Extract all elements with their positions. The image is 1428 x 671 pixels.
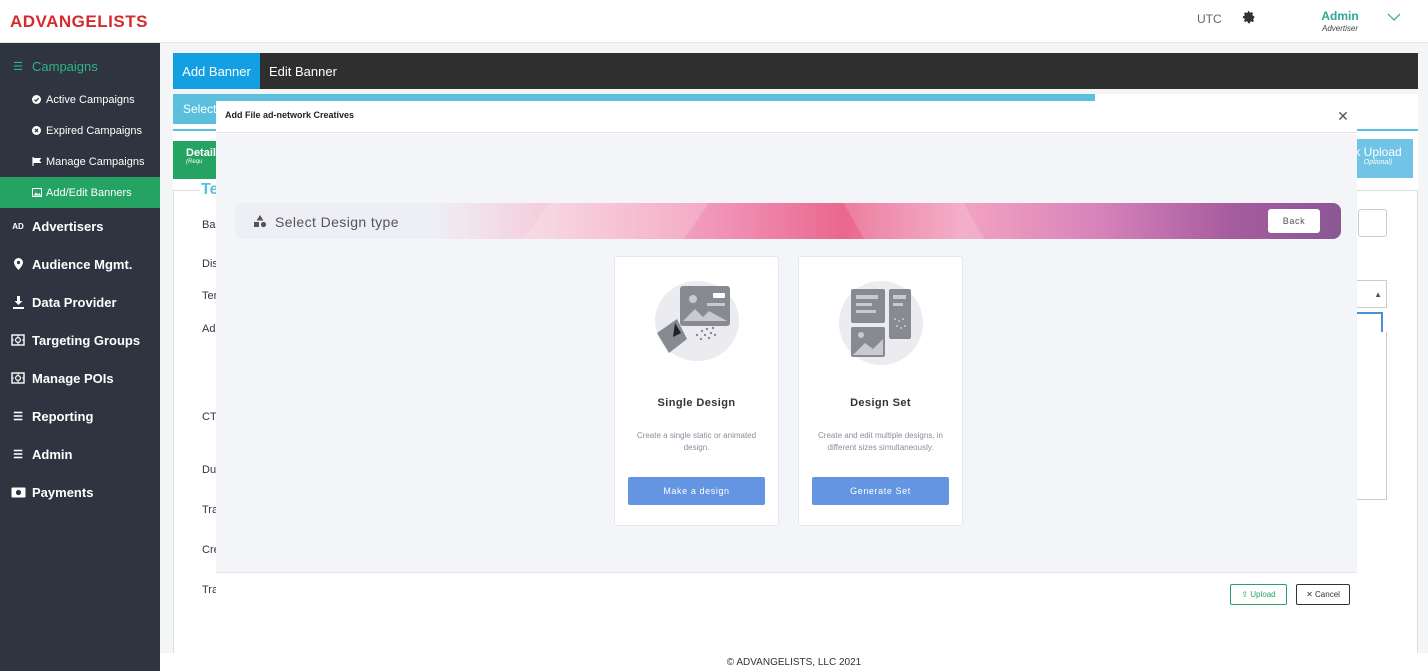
timezone-label[interactable]: UTC	[1197, 12, 1222, 26]
sidebar-item-campaigns[interactable]: ☰ Campaigns	[0, 47, 160, 85]
sidebar-item-label: Advertisers	[32, 218, 104, 234]
user-name: Admin	[1321, 9, 1359, 23]
select-dropdown[interactable]: ▲	[1353, 280, 1387, 308]
sidebar-item-label: Payments	[32, 484, 94, 500]
target-box-icon	[10, 333, 26, 347]
chevron-down-icon[interactable]	[1387, 12, 1401, 22]
sidebar-sub-label: Manage Campaigns	[46, 155, 145, 168]
sidebar-item-label: Targeting Groups	[32, 332, 141, 348]
banner-title: Select Design type	[275, 214, 399, 230]
design-type-banner: Select Design type Back	[235, 203, 1341, 239]
map-marker-icon	[10, 257, 26, 271]
check-circle-icon	[31, 94, 42, 105]
modal-header: Add File ad-network Creatives ✕	[216, 101, 1357, 133]
tab-add-banner[interactable]: Add Banner	[173, 53, 260, 89]
sidebar-item-label: Audience Mgmt.	[32, 256, 133, 272]
sidebar-item-admin[interactable]: ☰ Admin	[0, 435, 160, 473]
banner-tabs: Add Banner Edit Banner	[173, 53, 1418, 89]
upload-icon: ⇪	[1241, 590, 1249, 599]
card-title: Single Design	[657, 397, 736, 409]
sidebar-item-reporting[interactable]: ☰ Reporting	[0, 397, 160, 435]
file-button[interactable]	[1358, 209, 1387, 237]
ad-icon: AD	[12, 221, 24, 231]
modal-footer: ⇪ Upload ✕ Cancel	[216, 572, 1357, 611]
gear-icon[interactable]	[1242, 10, 1256, 24]
single-design-illustration	[655, 281, 739, 361]
make-design-button[interactable]: Make a design	[628, 477, 765, 505]
sidebar-item-manage-campaigns[interactable]: Manage Campaigns	[0, 146, 160, 177]
money-icon	[10, 485, 26, 499]
sidebar-item-label: Campaigns	[32, 58, 98, 74]
form-label: Du	[202, 464, 217, 476]
sidebar-item-label: Reporting	[32, 408, 94, 424]
list-icon: ☰	[13, 448, 23, 461]
times-circle-icon	[31, 125, 42, 136]
sidebar-item-active-campaigns[interactable]: Active Campaigns	[0, 84, 160, 115]
back-button[interactable]: Back	[1268, 209, 1320, 233]
footer: © ADVANGELISTS, LLC 2021	[160, 653, 1428, 671]
flag-icon	[31, 156, 42, 167]
add-creative-modal: Add File ad-network Creatives ✕ Select D…	[216, 101, 1357, 611]
design-set-illustration	[839, 281, 923, 365]
target-box-icon	[10, 371, 26, 385]
generate-set-button[interactable]: Generate Set	[812, 477, 949, 505]
list-icon: ☰	[13, 410, 23, 423]
sidebar-item-data-provider[interactable]: Data Provider	[0, 283, 160, 321]
sidebar-item-label: Data Provider	[32, 294, 117, 310]
close-icon: ✕	[1306, 590, 1313, 599]
sidebar-item-payments[interactable]: Payments	[0, 473, 160, 511]
card-title: Design Set	[850, 397, 911, 409]
sidebar-item-label: Manage POIs	[32, 370, 114, 386]
sidebar: ☰ Campaigns Active Campaigns Expired Cam…	[0, 43, 160, 671]
close-icon[interactable]: ✕	[1336, 108, 1350, 124]
card-description: Create a single static or animated desig…	[636, 431, 757, 452]
single-design-card[interactable]: Single Design Create a single static or …	[614, 256, 779, 526]
sidebar-item-label: Admin	[32, 446, 73, 462]
tab-bulk-label: k Upload	[1354, 145, 1402, 159]
sidebar-item-targeting-groups[interactable]: Targeting Groups	[0, 321, 160, 359]
image-icon	[31, 187, 42, 198]
user-menu[interactable]: Admin Advertiser	[1312, 9, 1368, 33]
sidebar-item-audience-mgmt[interactable]: Audience Mgmt.	[0, 245, 160, 283]
sidebar-item-advertisers[interactable]: AD Advertisers	[0, 207, 160, 245]
upload-label: Upload	[1250, 590, 1276, 599]
sidebar-item-add-edit-banners[interactable]: Add/Edit Banners	[0, 177, 160, 208]
form-label: Ter	[202, 290, 218, 302]
tab-edit-banner[interactable]: Edit Banner	[269, 53, 337, 89]
textarea[interactable]	[1353, 332, 1387, 500]
text-input[interactable]	[1353, 312, 1383, 334]
sidebar-item-manage-pois[interactable]: Manage POIs	[0, 359, 160, 397]
tab-details-label: Detail	[186, 147, 216, 159]
cancel-button[interactable]: ✕ Cancel	[1296, 584, 1350, 605]
sidebar-sub-label: Active Campaigns	[46, 93, 135, 106]
shapes-icon	[254, 215, 267, 228]
form-label: Ad	[202, 323, 216, 335]
top-header: ADVANGELISTS UTC Admin Advertiser	[0, 0, 1428, 43]
sidebar-item-expired-campaigns[interactable]: Expired Campaigns	[0, 115, 160, 146]
cancel-label: Cancel	[1315, 590, 1340, 599]
modal-body: Select Design type Back Single Design Cr…	[216, 134, 1357, 572]
card-description: Create and edit multiple designs, in dif…	[818, 431, 943, 452]
sidebar-sub-label: Add/Edit Banners	[46, 186, 132, 199]
design-set-card[interactable]: Design Set Create and edit multiple desi…	[798, 256, 963, 526]
modal-title: Add File ad-network Creatives	[225, 110, 355, 120]
brand-logo[interactable]: ADVANGELISTS	[10, 12, 148, 32]
user-role: Advertiser	[1321, 24, 1358, 33]
list-icon: ☰	[13, 60, 23, 73]
upload-button[interactable]: ⇪ Upload	[1230, 584, 1287, 605]
form-label: CT	[202, 411, 217, 423]
user-download-icon	[10, 295, 26, 309]
sidebar-sub-label: Expired Campaigns	[46, 124, 142, 137]
